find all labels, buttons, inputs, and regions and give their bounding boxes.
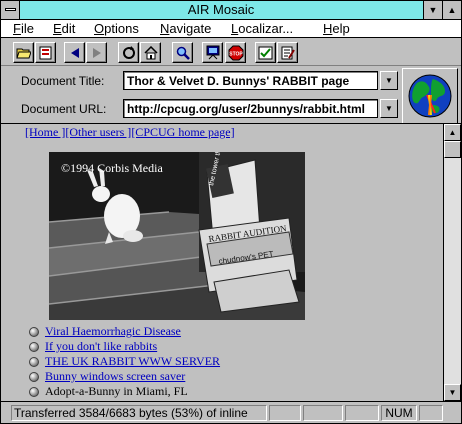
scroll-thumb[interactable]	[444, 141, 461, 158]
menu-navigate[interactable]: Navigate	[160, 21, 211, 36]
menu-edit[interactable]: Edit	[53, 21, 75, 36]
status-message: Transferred 3584/6683 bytes (53%) of inl…	[11, 405, 267, 421]
dropdown-arrow-icon: ▼	[385, 76, 393, 85]
status-cell-empty	[345, 405, 379, 421]
scroll-down-button[interactable]: ▼	[444, 384, 461, 401]
globe-icon	[408, 74, 452, 118]
status-cell-empty	[269, 405, 301, 421]
link-viral-haemorrhagic-disease[interactable]: Viral Haemorrhagic Disease	[45, 324, 181, 339]
bullet-icon	[29, 372, 39, 382]
kiosk-icon	[206, 45, 219, 60]
hotlist-icon	[39, 46, 52, 59]
stop-icon: STOP	[228, 45, 243, 60]
edit-icon	[281, 46, 295, 59]
bullet-icon	[29, 342, 39, 352]
back-icon	[70, 47, 79, 58]
bullet-icon	[29, 327, 39, 337]
home-button[interactable]	[140, 42, 161, 63]
hotlist-button[interactable]	[35, 42, 56, 63]
bullet-icon	[29, 387, 39, 397]
link-uk-rabbit-server[interactable]: THE UK RABBIT WWW SERVER	[45, 354, 220, 369]
menu-file[interactable]: File	[13, 21, 34, 36]
reload-button[interactable]	[118, 42, 139, 63]
document-url-label: Document URL:	[21, 102, 107, 116]
maximize-arrow-icon: ▲	[447, 5, 457, 15]
up-arrow-icon: ▲	[448, 128, 457, 137]
check-button[interactable]	[255, 42, 276, 63]
menu-options[interactable]: Options	[94, 21, 139, 36]
num-lock-indicator: NUM	[381, 405, 417, 421]
svg-text:STOP: STOP	[229, 51, 243, 57]
bullet-icon	[29, 357, 39, 367]
link-bunny-screen-saver[interactable]: Bunny windows screen saver	[45, 369, 185, 384]
scroll-up-button[interactable]: ▲	[444, 124, 461, 141]
document-url-dropdown[interactable]: ▼	[380, 99, 398, 118]
reload-icon	[122, 45, 135, 59]
menu-localizar[interactable]: Localizar...	[231, 21, 293, 36]
dropdown-arrow-icon: ▼	[385, 104, 393, 113]
open-folder-icon	[16, 48, 31, 59]
minimize-arrow-icon: ▼	[428, 5, 438, 15]
document-title-field[interactable]: Thor & Velvet D. Bunnys' RABBIT page	[123, 71, 378, 90]
menu-help[interactable]: Help	[323, 21, 350, 36]
title-bar[interactable]: AIR Mosaic ▼ ▲	[1, 1, 461, 20]
menu-bar: File Edit Options Navigate Localizar... …	[1, 20, 461, 38]
document-title-label: Document Title:	[21, 74, 105, 88]
link-dont-like-rabbits[interactable]: If you don't like rabbits	[45, 339, 157, 354]
back-button[interactable]	[64, 42, 85, 63]
find-icon	[176, 46, 190, 60]
document-view[interactable]: [Home ][Other users ][CPCUG home page] ©…	[1, 123, 443, 401]
status-cell-empty	[303, 405, 343, 421]
forward-button[interactable]	[86, 42, 107, 63]
find-button[interactable]	[172, 42, 193, 63]
mosaic-logo	[402, 68, 458, 124]
link-other-users[interactable]: [Other users ]	[65, 125, 131, 139]
minimize-button[interactable]: ▼	[423, 1, 442, 19]
status-cell-empty	[419, 405, 443, 421]
rabbit-photo: ©1994 Corbis Media the tower theatre RAB…	[49, 152, 305, 320]
page-nav-links: [Home ][Other users ][CPCUG home page]	[25, 125, 235, 140]
kiosk-button[interactable]	[202, 42, 223, 63]
rabbit-audition-image: ©1994 Corbis Media the tower theatre RAB…	[49, 152, 305, 320]
home-icon	[143, 45, 158, 59]
text-adopt-a-bunny: Adopt-a-Bunny in Miami, FL	[45, 384, 188, 398]
forward-icon	[92, 47, 101, 58]
checkmark-icon	[258, 46, 273, 59]
maximize-button[interactable]: ▲	[442, 1, 461, 19]
down-arrow-icon: ▼	[448, 388, 457, 397]
system-menu-button[interactable]	[1, 1, 20, 19]
document-url-field[interactable]: http://cpcug.org/user/2bunnys/rabbit.htm…	[123, 99, 378, 118]
edit-button[interactable]	[277, 42, 298, 63]
browser-window: AIR Mosaic ▼ ▲ File Edit Options Navigat…	[0, 0, 462, 424]
document-title-dropdown[interactable]: ▼	[380, 71, 398, 90]
link-cpcug-home[interactable]: [CPCUG home page]	[131, 125, 234, 139]
open-button[interactable]	[13, 42, 34, 63]
toolbar: STOP	[1, 38, 461, 66]
status-bar: Transferred 3584/6683 bytes (53%) of inl…	[1, 401, 461, 423]
stop-button[interactable]: STOP	[225, 42, 246, 63]
link-home[interactable]: [Home ]	[25, 125, 65, 139]
photo-copyright: ©1994 Corbis Media	[61, 161, 163, 175]
window-title: AIR Mosaic	[187, 2, 255, 17]
vertical-scrollbar[interactable]: ▲ ▼	[443, 123, 461, 401]
